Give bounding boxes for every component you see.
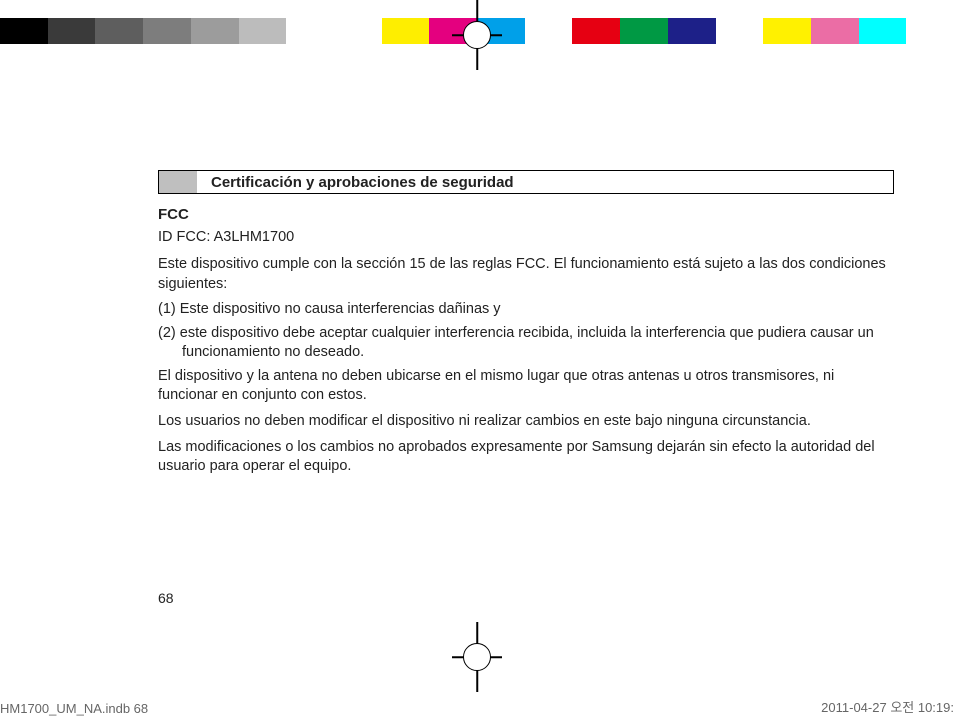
- footer-timestamp: 2011-04-27 오전 10:19:: [821, 697, 954, 716]
- color-swatch: [572, 18, 620, 44]
- color-swatch: [239, 18, 287, 44]
- color-swatch: [620, 18, 668, 44]
- color-swatch: [859, 18, 907, 44]
- registration-mark-top: [452, 0, 502, 70]
- color-swatch: [906, 18, 954, 44]
- fcc-id: ID FCC: A3LHM1700: [158, 229, 894, 245]
- color-swatch: [95, 18, 143, 44]
- fcc-heading: FCC: [158, 206, 894, 223]
- registration-mark-bottom: [452, 622, 502, 692]
- footer-file-name: HM1700_UM_NA.indb 68: [0, 701, 148, 716]
- color-swatch: [811, 18, 859, 44]
- color-swatch: [286, 18, 334, 44]
- color-swatch: [191, 18, 239, 44]
- color-swatch: [525, 18, 573, 44]
- color-swatch: [48, 18, 96, 44]
- color-swatch: [0, 18, 48, 44]
- page-number: 68: [158, 590, 174, 606]
- fcc-item-1: (1) Este dispositivo no causa interferen…: [158, 300, 894, 320]
- color-swatch: [334, 18, 382, 44]
- color-swatch: [143, 18, 191, 44]
- fcc-intro: Este dispositivo cumple con la sección 1…: [158, 255, 894, 294]
- section-header-box: [159, 171, 197, 193]
- section-header: Certificación y aprobaciones de segurida…: [158, 170, 894, 194]
- fcc-para-3: Las modificaciones o los cambios no apro…: [158, 438, 894, 477]
- fcc-para-1: El dispositivo y la antena no deben ubic…: [158, 367, 894, 406]
- color-swatch: [382, 18, 430, 44]
- section-title: Certificación y aprobaciones de segurida…: [211, 174, 514, 191]
- color-swatch: [763, 18, 811, 44]
- color-swatch: [716, 18, 764, 44]
- page-content: Certificación y aprobaciones de segurida…: [158, 170, 894, 483]
- color-swatch: [668, 18, 716, 44]
- fcc-item-2: (2) este dispositivo debe aceptar cualqu…: [158, 324, 894, 363]
- fcc-para-2: Los usuarios no deben modificar el dispo…: [158, 412, 894, 432]
